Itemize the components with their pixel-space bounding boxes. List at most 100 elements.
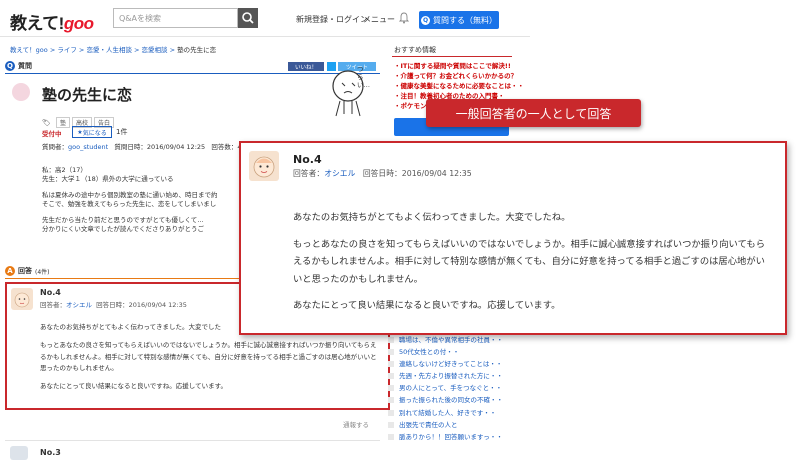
questioner-avatar xyxy=(12,83,30,101)
bell-icon[interactable] xyxy=(399,12,409,24)
related-item-label: 先週・先方より振替された方に・・ xyxy=(399,372,503,381)
breadcrumb-item-home[interactable]: 教えて！goo xyxy=(10,46,48,54)
question-line: 分かりにくい文章でしたが読んでくださりありがとうご xyxy=(42,225,205,233)
question-section-label: 質問 xyxy=(18,62,32,70)
answers-label: 回答 xyxy=(18,267,32,275)
list-bullet-icon xyxy=(388,421,394,428)
tag-item[interactable]: 塾 xyxy=(55,117,70,128)
facebook-like-button[interactable]: いいね！ xyxy=(288,62,324,71)
question-date: 質問日時：2016/09/04 12:25 xyxy=(114,143,206,151)
answerer-label: 回答者： xyxy=(40,301,66,309)
question-title: 塾の先生に恋 xyxy=(42,86,133,104)
ask-question-button[interactable]: Q 質問する（無料） xyxy=(419,11,499,29)
list-bullet-icon xyxy=(388,349,394,356)
sidebar-title: おすすめ情報 xyxy=(394,46,436,54)
question-line: 先生だから当たり前だと思うのですがとても優しくて… xyxy=(42,216,204,224)
breadcrumb-item-life[interactable]: ライフ xyxy=(57,46,77,54)
menu-link[interactable]: メニュー xyxy=(363,14,395,25)
watch-count: 1件 xyxy=(116,128,128,136)
related-item-label: 脈ありから！！回答願いますっ・・ xyxy=(399,432,503,441)
sidebar-related-item[interactable]: 職場は、不倫や異常相手の社員・・ xyxy=(388,334,503,346)
list-bullet-icon xyxy=(388,385,394,392)
answerer-avatar xyxy=(249,151,279,181)
answer-number: No.4 xyxy=(293,153,322,166)
question-body: 私：高2（17） 先生：大学１（18）県外の大学に通っている 私は夏休みの途中か… xyxy=(42,166,218,234)
answerer-avatar xyxy=(10,446,28,460)
answer-date: 回答日時：2016/09/04 12:35 xyxy=(96,301,187,309)
related-item-label: 別れて結婚した人、好きです・・ xyxy=(399,408,497,417)
question-line: 私は夏休みの途中から個別教室の塾に通い始め、時日まで約 xyxy=(42,191,218,199)
sidebar-related-item[interactable]: 50代女性との付・・ xyxy=(388,346,503,358)
baby-face-icon xyxy=(253,156,275,178)
questioner-name-link[interactable]: goo_student xyxy=(68,143,108,151)
header-divider xyxy=(0,36,530,37)
watch-label: 気になる xyxy=(82,129,107,137)
sidebar-related-item[interactable]: 別れて結婚した人、好きです・・ xyxy=(388,407,503,419)
baby-face-icon xyxy=(14,292,30,308)
breadcrumb-item-love[interactable]: 恋愛相談 xyxy=(142,46,168,54)
callout-label: 一般回答者の一人として回答 xyxy=(426,99,641,127)
tag-icon: 🏷 xyxy=(42,119,51,127)
answer-zoom-callout: No.4 回答者：オシエル 回答日時：2016/09/04 12:35 あなたの… xyxy=(239,141,787,335)
question-header-rule xyxy=(5,73,380,74)
answerer-avatar xyxy=(11,288,33,310)
a-badge-icon: A xyxy=(5,266,15,276)
answer-number: No.4 xyxy=(40,288,61,297)
breadcrumb-item-love-life[interactable]: 恋愛・人生相談 xyxy=(86,46,132,54)
sidebar-related-item[interactable]: 脈ありから！！回答願いますっ・・ xyxy=(388,431,503,443)
sidebar-related-item[interactable]: 連絡しないけど好きってことは・・ xyxy=(388,358,503,370)
answerer-name-link[interactable]: オシエル xyxy=(324,169,355,178)
sidebar-related-item[interactable]: 振った振られた後の同女の不確・・ xyxy=(388,394,503,406)
related-item-label: 連絡しないけど好きってことは・・ xyxy=(399,360,503,369)
question-line: 先生：大学１（18）県外の大学に通っている xyxy=(42,175,174,183)
ask-button-label: 質問する（無料） xyxy=(433,15,497,25)
sidebar-title-rule xyxy=(392,56,512,57)
answer-paragraph: あなたにとって良い結果になると良いですね。応援しています。 xyxy=(40,382,227,391)
search-button[interactable] xyxy=(238,8,258,28)
answers-section-header: A 回答 (4件) xyxy=(5,266,50,276)
search-icon xyxy=(242,12,254,24)
answer-meta: 回答者：オシエル 回答日時：2016/09/04 12:35 xyxy=(293,168,472,179)
answer-divider xyxy=(5,440,380,441)
like-label: いいね！ xyxy=(294,64,317,71)
answer-paragraph: もっとあなたの良さを知ってもらえばいいのではないでしょうか。相手に誠心誠意接すれ… xyxy=(293,238,766,285)
logo-goo: goo xyxy=(63,14,94,33)
answers-count: (4件) xyxy=(35,268,50,276)
list-bullet-icon xyxy=(388,337,394,343)
site-logo[interactable]: 教えて!goo xyxy=(10,9,94,34)
mascot-illustration-icon xyxy=(332,70,364,117)
list-bullet-icon xyxy=(388,409,394,416)
breadcrumb-item-current: 塾の先生に恋 xyxy=(177,46,217,54)
answer3-number: No.3 xyxy=(40,448,61,457)
answerer-name-link[interactable]: オシエル xyxy=(66,301,92,309)
sidebar-related-item[interactable]: 先週・先方より振替された方に・・ xyxy=(388,370,503,382)
related-item-label: 振った振られた後の同女の不確・・ xyxy=(399,396,503,405)
list-bullet-icon xyxy=(388,373,394,380)
sidebar-related-item[interactable]: 出張先で責任の人と xyxy=(388,419,503,431)
sidebar-related-list: 職場は、不倫や異常相手の社員・・ 50代女性との付・・ 連絡しないけど好きってこ… xyxy=(388,334,503,443)
sidebar-featured-item[interactable]: ・健康な美髪になるために必要なことは・・ xyxy=(394,81,524,91)
author-label: 質問者： xyxy=(42,143,68,151)
answer-paragraph: もっとあなたの良さを知ってもらえばいいのではないでしょうか。相手に誠心誠意接すれ… xyxy=(40,341,377,372)
sidebar-related-item[interactable]: 男の人にとって、手をつなぐと・・ xyxy=(388,382,503,394)
list-bullet-icon xyxy=(388,433,394,440)
report-link[interactable]: 通報する xyxy=(343,419,369,429)
mascot-text: つらい… xyxy=(357,65,370,89)
q-badge-icon: Q xyxy=(5,61,15,71)
answer-paragraph: あなたのお気持ちがとてもよく伝わってきました。大変でしたね。 xyxy=(293,212,571,223)
related-item-label: 50代女性との付・・ xyxy=(399,348,460,357)
related-item-label: 男の人にとって、手をつなぐと・・ xyxy=(399,384,503,393)
related-item-label: 職場は、不倫や異常相手の社員・・ xyxy=(399,336,503,344)
sidebar-featured-item[interactable]: ・ITに関する疑問や質問はここで解決!! xyxy=(394,61,524,71)
sidebar-featured-item[interactable]: ・介護って何？お金どれくらいかかるの？ xyxy=(394,71,524,81)
question-meta: 質問者：goo_student 質問日時：2016/09/04 12:25 回答… xyxy=(42,141,248,151)
status-badge: 受付中 xyxy=(42,130,62,138)
watch-button[interactable]: ★ 気になる xyxy=(72,126,112,138)
register-login-link[interactable]: 新規登録・ログイン xyxy=(296,14,368,25)
logo-text: 教えて! xyxy=(10,14,64,33)
list-bullet-icon xyxy=(388,397,394,404)
answer-body: あなたのお気持ちがとてもよく伝わってきました。大変でしたね。 もっとあなたの良さ… xyxy=(293,209,773,315)
question-line: そこで、勉強を教えてもらった先生に、恋をしてしまいまし xyxy=(42,200,217,208)
search-input[interactable]: Q&Aを検索 xyxy=(113,8,238,28)
related-item-label: 出張先で責任の人と xyxy=(399,420,458,429)
